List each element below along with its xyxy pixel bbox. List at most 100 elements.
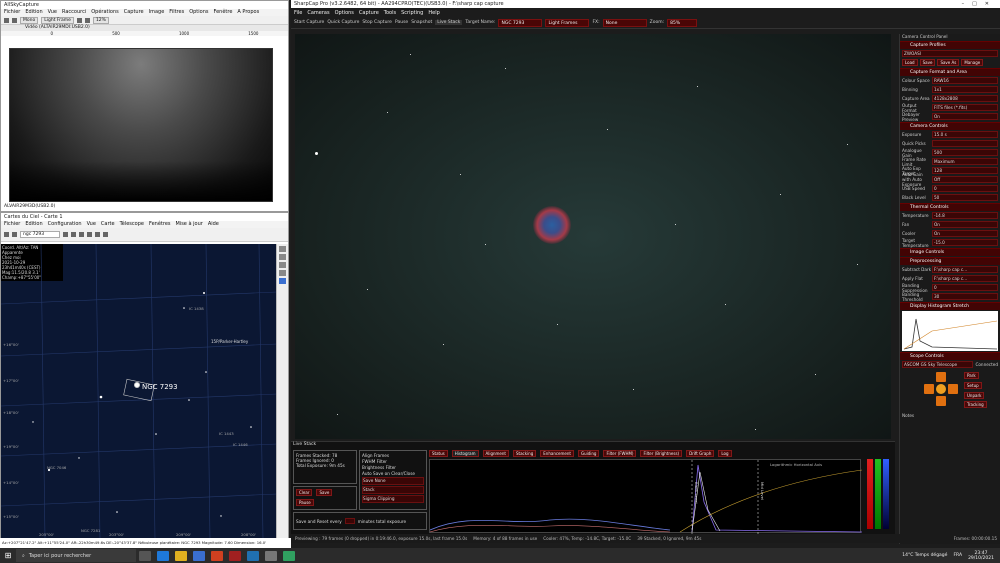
tab-status[interactable]: Status xyxy=(429,450,448,457)
zoom-select[interactable]: 85% xyxy=(667,18,698,27)
menu-item[interactable]: Vue xyxy=(48,9,57,16)
menu-item[interactable]: Cameras xyxy=(307,10,329,16)
menu-item[interactable]: Edition xyxy=(25,221,42,228)
flip-icon[interactable] xyxy=(79,232,84,237)
tab-log[interactable]: Log xyxy=(718,450,732,457)
app-icon[interactable] xyxy=(283,550,295,561)
tab-enhancement[interactable]: Enhancement xyxy=(540,450,574,457)
tab-alignment[interactable]: Alignment xyxy=(482,450,509,457)
frame-type-select[interactable]: Light Frames xyxy=(545,18,590,27)
zoom-icon[interactable] xyxy=(63,232,68,237)
save-profile-button[interactable]: Save xyxy=(919,59,936,66)
menu-item[interactable]: Raccourci xyxy=(62,9,86,16)
menu-item[interactable]: Fenêtre xyxy=(213,9,232,16)
usb-speed-slider[interactable]: 0 xyxy=(932,185,998,192)
object-search-input[interactable]: ngc 7293 xyxy=(20,231,60,238)
target-temp-slider[interactable]: -15.0 xyxy=(932,239,998,246)
tab-filter-fwhm[interactable]: Filter (FWHM) xyxy=(603,450,637,457)
tool-icon[interactable] xyxy=(279,270,286,276)
manage-profile-button[interactable]: Manage xyxy=(961,59,984,66)
live-stack-button[interactable]: Live Stack xyxy=(435,20,463,25)
menu-item[interactable]: Image xyxy=(149,9,165,16)
frames-select[interactable]: Light Frame xyxy=(41,16,74,24)
language-indicator[interactable]: FRA xyxy=(953,553,962,558)
frame-rate-select[interactable]: Maximum xyxy=(932,158,998,165)
tool-icon[interactable] xyxy=(279,262,286,268)
zoom-select[interactable]: 12% xyxy=(92,16,109,24)
menu-item[interactable]: Help xyxy=(428,10,439,16)
stacking-select[interactable]: Sigma Clipping xyxy=(362,495,424,503)
weather-widget[interactable]: 14°C Temps dégagé xyxy=(902,553,947,558)
blue-channel-slider[interactable] xyxy=(883,459,889,529)
quick-picks-select[interactable] xyxy=(932,140,998,147)
save-reset-checkbox[interactable]: Save and Reset every xyxy=(296,519,342,524)
task-view-icon[interactable] xyxy=(139,550,151,561)
pause-button[interactable]: Pause xyxy=(395,20,408,25)
explorer-icon[interactable] xyxy=(175,550,187,561)
scope-controls-header[interactable]: Scope Controls xyxy=(900,352,1000,360)
start-capture-button[interactable]: Start Capture xyxy=(294,20,324,25)
setting-value[interactable]: On xyxy=(932,113,998,120)
view-select[interactable]: Stack xyxy=(362,486,424,494)
auto-gain-select[interactable]: Off xyxy=(932,176,998,183)
star-icon[interactable] xyxy=(95,232,100,237)
play-icon[interactable] xyxy=(4,17,9,23)
park-button[interactable]: Park xyxy=(964,372,979,379)
log-axis-checkbox[interactable]: Logarithmic Horizontal Axis xyxy=(770,462,822,467)
preprocessing-header[interactable]: Preprocessing xyxy=(900,257,1000,265)
clear-button[interactable]: Clear xyxy=(296,489,313,496)
target-marker[interactable] xyxy=(134,382,140,388)
menu-item[interactable]: Edition xyxy=(25,9,42,16)
grid-icon[interactable] xyxy=(84,17,90,23)
banding-threshold-slider[interactable]: 30 xyxy=(932,293,998,300)
tab-filter-brightness[interactable]: Filter (Brightness) xyxy=(640,450,683,457)
office-icon[interactable] xyxy=(211,550,223,561)
window-controls[interactable]: –□✕ xyxy=(962,1,997,7)
menu-item[interactable]: Fichier xyxy=(4,9,20,16)
tool-icon[interactable] xyxy=(279,246,286,252)
menu-item[interactable]: File xyxy=(294,10,302,16)
menu-item[interactable]: Filtres xyxy=(169,9,184,16)
menu-item[interactable]: Configuration xyxy=(48,221,82,228)
menu-item[interactable]: Aide xyxy=(208,221,219,228)
settings-icon[interactable] xyxy=(76,17,82,23)
edge-icon[interactable] xyxy=(157,550,169,561)
target-name-input[interactable]: NGC 7293 xyxy=(498,18,543,27)
capture-format-header[interactable]: Capture Format and Area xyxy=(900,68,1000,76)
taskbar-search[interactable]: ⌕ Taper ici pour rechercher xyxy=(16,549,136,562)
menu-item[interactable]: Capture xyxy=(359,10,379,16)
scope-select[interactable]: ASCOM GS Sky Telescope xyxy=(902,361,974,368)
tracking-button[interactable]: Tracking xyxy=(964,401,987,408)
menu-item[interactable]: Capture xyxy=(124,9,144,16)
quick-capture-button[interactable]: Quick Capture xyxy=(327,20,359,25)
gain-slider[interactable]: 500 xyxy=(932,149,998,156)
save-button[interactable]: Save xyxy=(316,489,333,496)
save-as-profile-button[interactable]: Save As xyxy=(937,59,960,66)
dark-file-select[interactable]: F:\sharp cap c... xyxy=(932,266,998,273)
tab-histogram[interactable]: Histogram xyxy=(451,450,479,457)
banding-slider[interactable]: 0 xyxy=(932,284,998,291)
stop-capture-button[interactable]: Stop Capture xyxy=(362,20,392,25)
setting-value[interactable]: FITS files (*.fits) xyxy=(932,104,998,111)
auto-exp-slider[interactable]: 128 xyxy=(932,167,998,174)
capture-profiles-header[interactable]: Capture Profiles xyxy=(900,41,1000,49)
start-icon[interactable]: ⊞ xyxy=(0,551,16,560)
load-profile-button[interactable]: Load xyxy=(902,59,918,66)
mode-select[interactable]: Mono xyxy=(20,16,39,24)
app-icon[interactable] xyxy=(265,550,277,561)
exposure-input[interactable]: 15.0 s xyxy=(932,131,998,138)
fx-select[interactable]: None xyxy=(602,18,647,27)
fan-select[interactable]: On xyxy=(932,221,998,228)
image-controls-header[interactable]: Image Controls xyxy=(900,248,1000,256)
menu-item[interactable]: Carte xyxy=(101,221,115,228)
snapshot-button[interactable]: Snapshot xyxy=(411,20,432,25)
tab-guiding[interactable]: Guiding xyxy=(577,450,600,457)
menu-item[interactable]: Options xyxy=(189,9,208,16)
menu-item[interactable]: Fichier xyxy=(4,221,20,228)
slew-east-button[interactable] xyxy=(948,384,958,394)
menu-item[interactable]: Scripting xyxy=(401,10,423,16)
autosave-checkbox[interactable]: Auto Save on Clear/Close xyxy=(362,471,424,477)
setting-value[interactable]: RAW16 xyxy=(932,77,998,84)
tab-stacking[interactable]: Stacking xyxy=(513,450,537,457)
green-channel-slider[interactable] xyxy=(875,459,881,529)
